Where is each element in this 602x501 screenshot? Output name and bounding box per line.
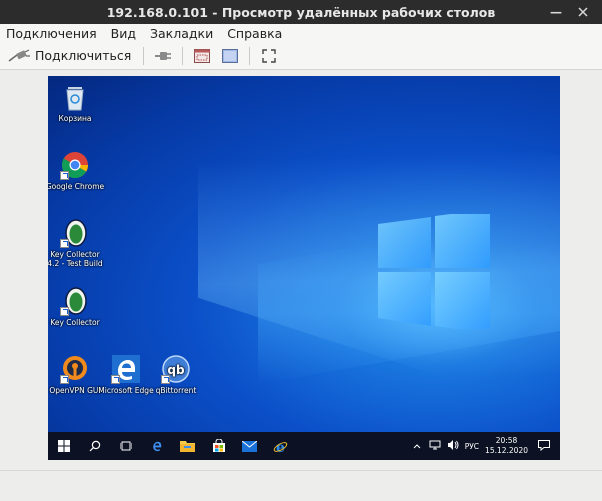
connect-button[interactable]: Подключиться: [8, 48, 131, 63]
svg-text:e: e: [276, 440, 285, 454]
desktop-icon-label: Корзина: [58, 114, 92, 123]
toolbar: Подключиться: [0, 42, 602, 70]
system-tray: РУС 20:58 15.12.2020: [413, 432, 560, 460]
taskbar-mail[interactable]: [234, 432, 265, 460]
internet-explorer-icon: e: [273, 440, 288, 454]
clock-date: 15.12.2020: [485, 446, 528, 455]
windows-start-icon: [57, 440, 70, 452]
taskbar-store[interactable]: [203, 432, 234, 460]
remote-desktop[interactable]: Корзина Google Chrome Key Collector 4.2 …: [48, 76, 560, 460]
menu-bookmarks[interactable]: Закладки: [148, 26, 215, 41]
window-titlebar[interactable]: 192.168.0.101 - Просмотр удалённых рабоч…: [0, 0, 602, 24]
shortcut-arrow-icon: [60, 171, 69, 180]
task-view-icon: [119, 441, 132, 451]
scale-button[interactable]: [191, 45, 213, 67]
desktop-icon-label: Google Chrome: [48, 182, 105, 191]
network-icon[interactable]: [429, 440, 441, 452]
input-language-indicator[interactable]: РУС: [465, 442, 479, 451]
windows-taskbar: e РУС 20:58 15.12.2020: [48, 432, 560, 460]
window-title: 192.168.0.101 - Просмотр удалённых рабоч…: [106, 4, 496, 20]
svg-text:qb: qb: [167, 363, 185, 377]
shortcut-arrow-icon: [60, 239, 69, 248]
desktop-icon-key-collector[interactable]: Key Collector: [48, 286, 105, 327]
disconnect-button[interactable]: [152, 45, 174, 67]
desktop-icon-qbittorrent[interactable]: qb qBittorrent: [146, 354, 206, 395]
volume-icon[interactable]: [447, 440, 459, 452]
toolbar-separator: [182, 46, 184, 65]
shortcut-arrow-icon: [60, 375, 69, 384]
close-icon: [578, 7, 588, 17]
view-only-button[interactable]: [219, 45, 241, 67]
store-icon: [212, 439, 225, 452]
minimize-icon: —: [550, 5, 562, 19]
taskbar-internet-explorer[interactable]: e: [265, 432, 296, 460]
menu-view[interactable]: Вид: [109, 26, 138, 41]
desktop-icon-label: Key Collector: [50, 318, 100, 327]
close-button[interactable]: [573, 2, 593, 22]
edge-icon: [152, 441, 161, 452]
remote-viewport: Корзина Google Chrome Key Collector 4.2 …: [0, 70, 602, 470]
desktop-icon-label: qBittorrent: [155, 386, 197, 395]
taskbar-search-button[interactable]: [79, 432, 110, 460]
desktop-icon-key-collector-test[interactable]: Key Collector 4.2 - Test Build: [48, 218, 105, 268]
menu-connections[interactable]: Подключения: [4, 26, 99, 41]
menu-help[interactable]: Справка: [225, 26, 284, 41]
taskbar-file-explorer[interactable]: [172, 432, 203, 460]
screen-icon: [222, 48, 239, 63]
desktop-icon-label: Key Collector 4.2 - Test Build: [48, 250, 103, 268]
start-button[interactable]: [48, 432, 79, 460]
toolbar-separator: [143, 46, 145, 65]
folder-icon: [180, 441, 195, 452]
connect-icon: [8, 48, 30, 62]
desktop-icon-chrome[interactable]: Google Chrome: [48, 150, 105, 191]
mail-icon: [242, 440, 257, 452]
desktop-icon-recycle-bin[interactable]: Корзина: [48, 82, 105, 123]
menu-bar: Подключения Вид Закладки Справка: [0, 24, 602, 42]
taskbar-edge[interactable]: [141, 432, 172, 460]
toolbar-separator: [249, 46, 251, 65]
shortcut-arrow-icon: [111, 375, 120, 384]
windows-wallpaper-logo: [378, 214, 490, 329]
task-view-button[interactable]: [110, 432, 141, 460]
taskbar-clock[interactable]: 20:58 15.12.2020: [485, 436, 528, 456]
recycle-bin-icon: [66, 87, 84, 111]
show-hidden-icons-chevron-up-icon[interactable]: [413, 442, 421, 451]
fullscreen-icon: [262, 48, 277, 63]
plug-icon: [155, 51, 172, 60]
shortcut-arrow-icon: [60, 307, 69, 316]
screen-scale-icon: [194, 48, 211, 63]
clock-time: 20:58: [495, 436, 518, 445]
search-icon: [89, 440, 100, 452]
fullscreen-button[interactable]: [258, 45, 280, 67]
shortcut-arrow-icon: [161, 375, 170, 384]
status-bar: [0, 470, 602, 501]
notifications-icon[interactable]: [538, 439, 550, 453]
connect-label: Подключиться: [35, 48, 132, 63]
minimize-button[interactable]: —: [546, 2, 566, 22]
